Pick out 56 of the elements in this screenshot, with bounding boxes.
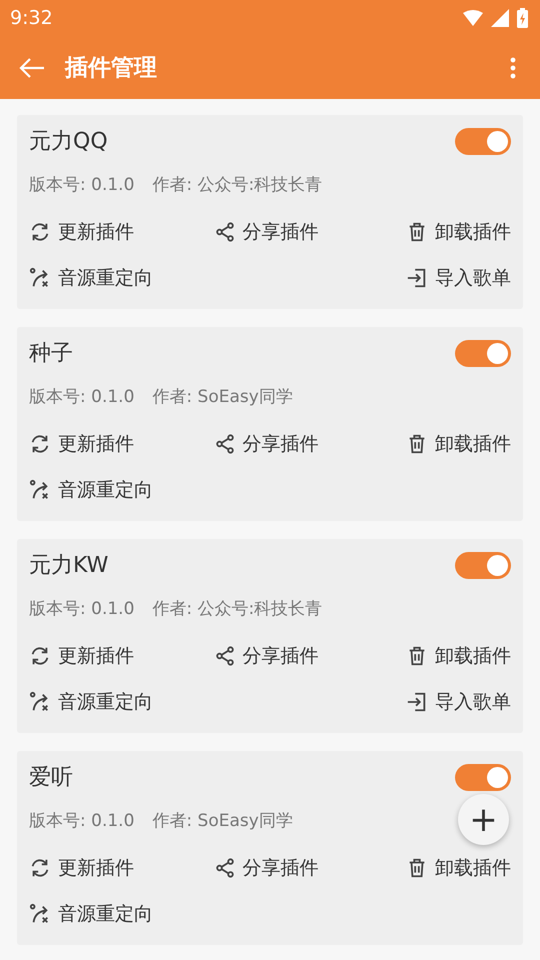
share-icon bbox=[214, 857, 236, 879]
refresh-icon bbox=[29, 857, 51, 879]
plugin-author: 作者: SoEasy同学 bbox=[152, 810, 293, 832]
share-icon bbox=[214, 221, 236, 243]
signal-icon bbox=[491, 9, 509, 27]
wifi-icon bbox=[463, 10, 483, 26]
share-icon bbox=[214, 645, 236, 667]
refresh-icon bbox=[29, 433, 51, 455]
back-arrow-icon[interactable] bbox=[19, 56, 45, 78]
plugin-action[interactable]: 分享插件 bbox=[214, 845, 319, 891]
plugin-action[interactable]: 更新插件 bbox=[29, 421, 134, 467]
enable-switch[interactable] bbox=[455, 340, 511, 366]
plugin-action[interactable]: 更新插件 bbox=[29, 209, 134, 255]
enable-switch[interactable] bbox=[455, 764, 511, 790]
route-icon bbox=[29, 479, 51, 501]
plugin-name: 元力KW bbox=[29, 552, 108, 580]
battery-icon bbox=[517, 8, 528, 28]
refresh-icon bbox=[29, 221, 51, 243]
plugin-author: 作者: 公众号:科技长青 bbox=[152, 174, 322, 196]
share-icon bbox=[214, 433, 236, 455]
plugin-action[interactable]: 导入歌单 bbox=[406, 255, 511, 301]
plugin-action[interactable]: 更新插件 bbox=[29, 633, 134, 679]
plugin-action[interactable]: 导入歌单 bbox=[406, 679, 511, 725]
enable-switch[interactable] bbox=[455, 552, 511, 578]
plugin-action[interactable]: 卸载插件 bbox=[406, 421, 511, 467]
plugin-action[interactable]: 音源重定向 bbox=[29, 255, 153, 301]
plugin-name: 爱听 bbox=[29, 764, 73, 792]
plugin-action[interactable]: 卸载插件 bbox=[406, 845, 511, 891]
plugin-action[interactable]: 卸载插件 bbox=[406, 209, 511, 255]
route-icon bbox=[29, 903, 51, 925]
plugin-author: 作者: SoEasy同学 bbox=[152, 386, 293, 408]
plugin-action[interactable]: 卸载插件 bbox=[406, 633, 511, 679]
plugin-version: 版本号: 0.1.0 bbox=[29, 598, 134, 620]
plugin-author: 作者: 公众号:科技长青 bbox=[152, 598, 322, 620]
plugin-action[interactable]: 分享插件 bbox=[214, 633, 319, 679]
plugin-action[interactable]: 分享插件 bbox=[214, 209, 319, 255]
plugin-name: 种子 bbox=[29, 340, 73, 368]
plugin-action[interactable]: 分享插件 bbox=[214, 421, 319, 467]
enable-switch[interactable] bbox=[455, 128, 511, 154]
plugin-version: 版本号: 0.1.0 bbox=[29, 386, 134, 408]
plugin-action[interactable]: 音源重定向 bbox=[29, 467, 153, 513]
import-icon bbox=[406, 267, 428, 289]
status-time: 9:32 bbox=[10, 7, 53, 29]
route-icon bbox=[29, 267, 51, 289]
plugin-action[interactable]: 更新插件 bbox=[29, 845, 134, 891]
import-icon bbox=[406, 691, 428, 713]
plugin-name: 元力QQ bbox=[29, 128, 108, 156]
plugin-version: 版本号: 0.1.0 bbox=[29, 174, 134, 196]
plugin-action[interactable]: 音源重定向 bbox=[29, 679, 153, 725]
more-menu-icon[interactable] bbox=[510, 56, 516, 78]
add-button[interactable]: + bbox=[458, 794, 509, 845]
refresh-icon bbox=[29, 645, 51, 667]
plugin-action[interactable]: 音源重定向 bbox=[29, 891, 153, 937]
route-icon bbox=[29, 691, 51, 713]
page-title: 插件管理 bbox=[65, 54, 158, 83]
plugin-version: 版本号: 0.1.0 bbox=[29, 810, 134, 832]
